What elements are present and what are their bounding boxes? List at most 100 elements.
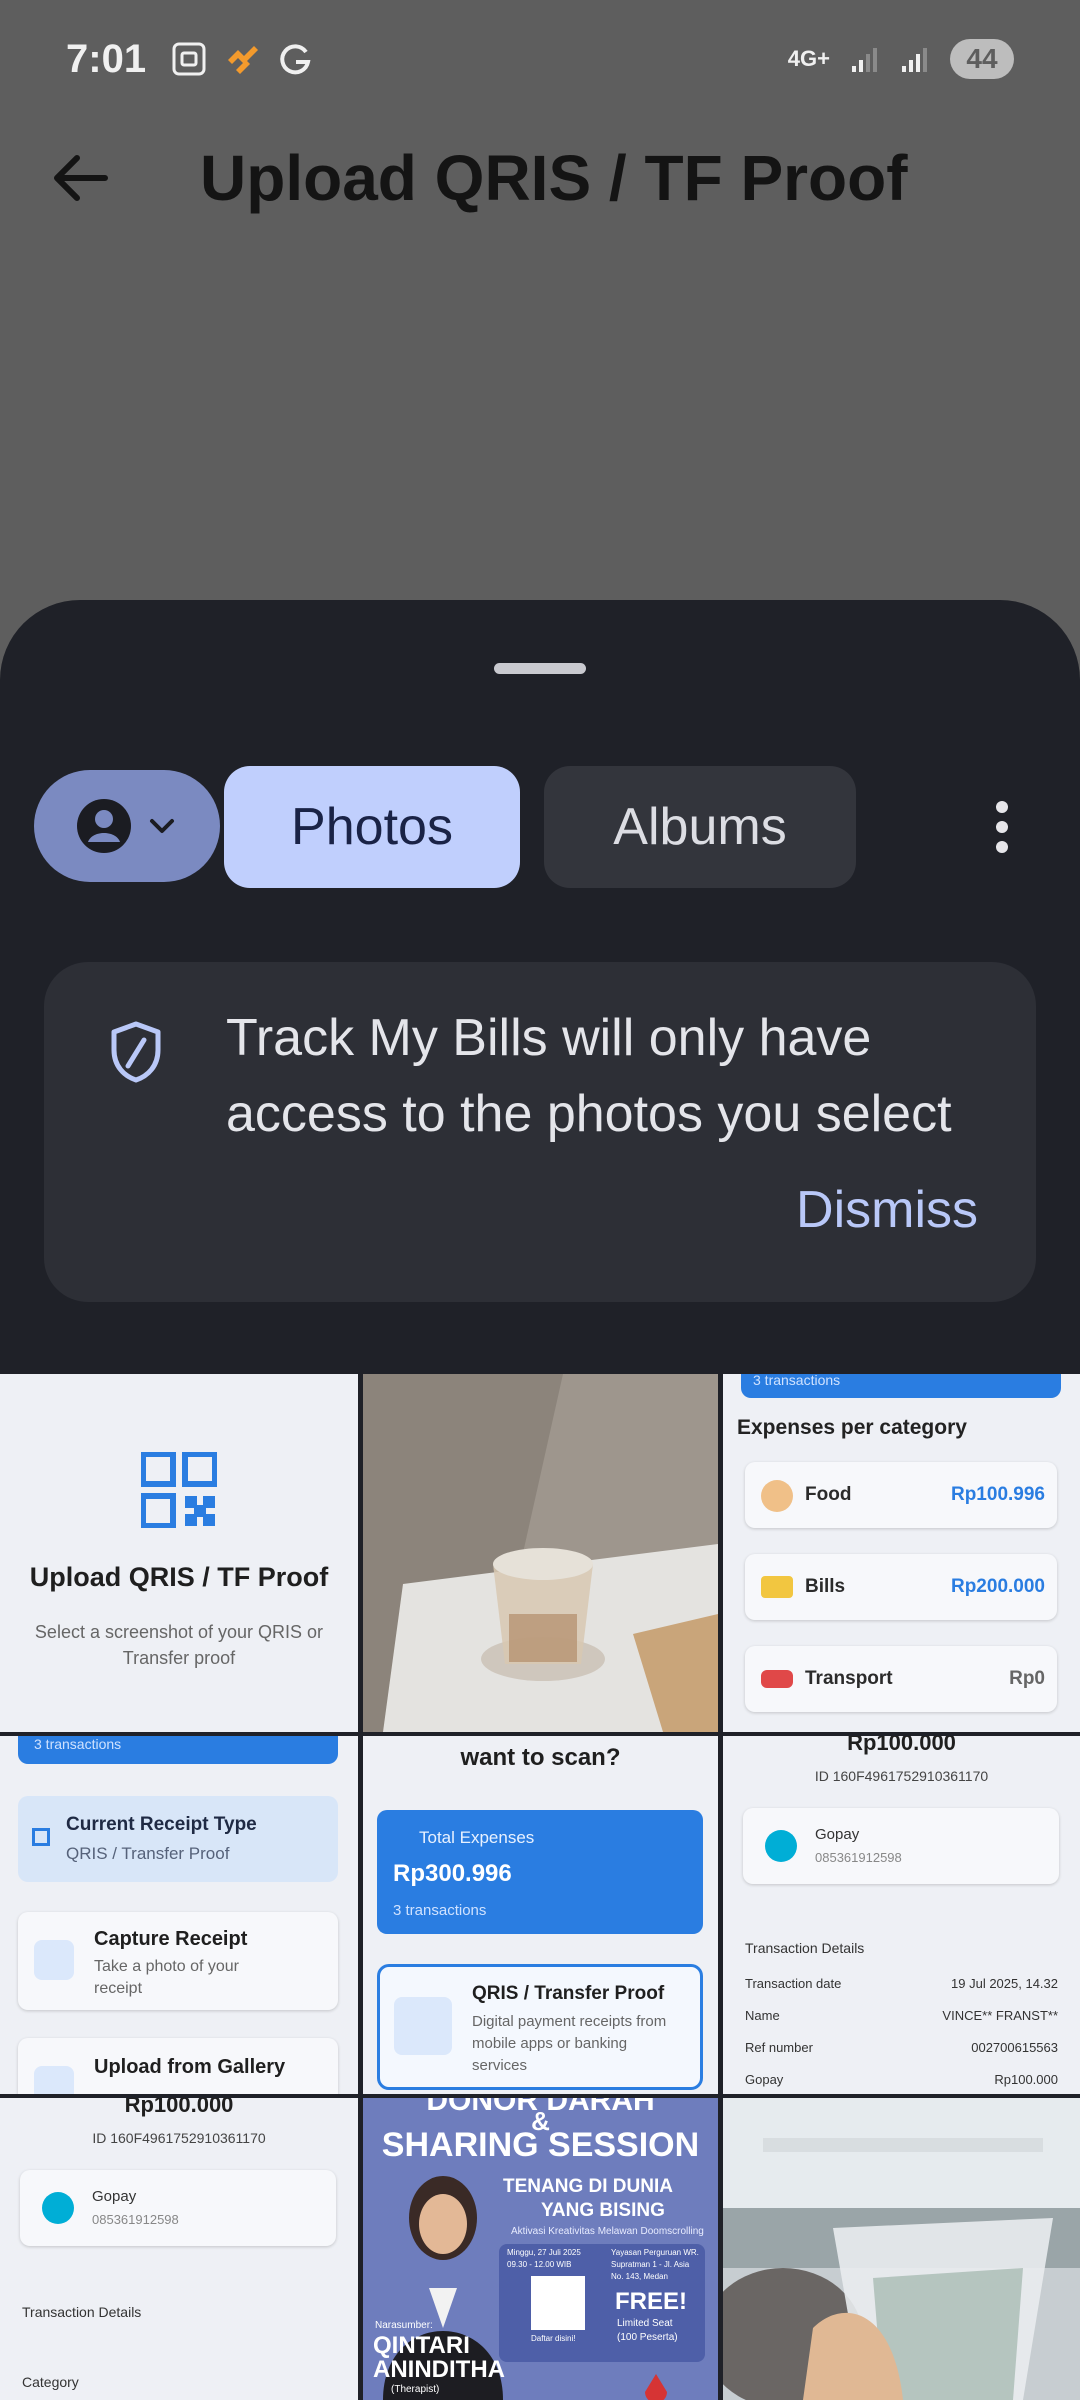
thumb-text: Take a photo of your bbox=[94, 1958, 239, 1975]
poster-text: YANG BISING bbox=[541, 2200, 665, 2221]
photo-thumbnail[interactable]: Rp100.000 ID 160F4961752910361170 Gopay … bbox=[723, 1736, 1080, 2094]
thumb-text: Capture Receipt bbox=[94, 1928, 248, 1950]
thumb-text: 085361912598 bbox=[92, 2212, 179, 2227]
thumb-text: VINCE** FRANST** bbox=[942, 2008, 1058, 2023]
thumb-text: Ref number bbox=[745, 2040, 813, 2055]
tab-albums[interactable]: Albums bbox=[544, 766, 856, 888]
tab-photos[interactable]: Photos bbox=[224, 766, 520, 888]
thumb-option-card: QRIS / Transfer Proof Digital payment re… bbox=[377, 1964, 703, 2090]
thumb-current-type: Current Receipt Type QRIS / Transfer Pro… bbox=[18, 1796, 338, 1882]
status-time: 7:01 bbox=[66, 36, 147, 81]
thumb-text: QRIS / Transfer Proof bbox=[66, 1844, 230, 1863]
thumb-text: services bbox=[472, 2057, 528, 2074]
thumb-text: mobile apps or banking bbox=[472, 2035, 628, 2052]
poster-qr-icon bbox=[531, 2276, 585, 2330]
photo-thumbnail[interactable]: 3 transactions Expenses per category Foo… bbox=[723, 1374, 1080, 1732]
thumb-category-row: Bills Rp200.000 bbox=[745, 1554, 1057, 1620]
account-switcher-button[interactable] bbox=[34, 770, 220, 882]
screen: 7:01 4G+ 44 Upload QRIS / TF Proof Photo… bbox=[0, 0, 1080, 2400]
thumb-text: QRIS / Transfer Proof bbox=[472, 1983, 665, 2004]
photo-thumbnail[interactable]: want to scan? Total Expenses Rp300.996 3… bbox=[363, 1736, 718, 2094]
thumb-category-amount: Rp200.000 bbox=[950, 1576, 1045, 1597]
photo-thumbnail[interactable]: Upload QRIS / TF Proof Select a screensh… bbox=[0, 1374, 358, 1732]
qr-code-icon bbox=[141, 1452, 217, 1528]
card-icon bbox=[761, 1576, 793, 1598]
thumb-wallet-card: Gopay 085361912598 bbox=[20, 2170, 336, 2246]
dismiss-button[interactable]: Dismiss bbox=[796, 1180, 978, 1240]
poster-text: Narasumber: bbox=[375, 2320, 433, 2331]
signal-icon-2 bbox=[902, 48, 927, 72]
google-icon bbox=[280, 44, 311, 75]
thumb-text: Gopay bbox=[92, 2188, 137, 2205]
access-notice-text: Track My Bills will only have access to … bbox=[226, 1009, 952, 1143]
thumb-category-amount: Rp100.996 bbox=[950, 1484, 1045, 1505]
thumb-summary-card: 3 transactions bbox=[741, 1374, 1061, 1398]
thumb-subtitle: Transfer proof bbox=[122, 1648, 236, 1668]
wallet-icon bbox=[765, 1830, 797, 1862]
poster-text: SHARING SESSION bbox=[381, 2126, 700, 2164]
thumb-text: Category bbox=[22, 2374, 79, 2390]
poster-info-box: Minggu, 27 Juli 2025 09.30 - 12.00 WIB Y… bbox=[499, 2244, 705, 2362]
blood-drop-icon bbox=[645, 2374, 667, 2400]
poster-text: Limited Seat bbox=[617, 2318, 673, 2329]
thumb-category-row: Food Rp100.996 bbox=[745, 1462, 1057, 1528]
photo-thumbnail[interactable]: Rp100.000 ID 160F4961752910361170 Gopay … bbox=[0, 2098, 358, 2400]
image-icon bbox=[34, 2066, 74, 2094]
thumb-title: Upload QRIS / TF Proof bbox=[29, 1562, 329, 1592]
thumb-text: Gopay bbox=[745, 2072, 784, 2087]
more-options-button[interactable] bbox=[970, 784, 1034, 870]
thumb-text: Transaction Details bbox=[745, 1940, 865, 1956]
picker-tabs: Photos Albums bbox=[0, 766, 1080, 890]
food-icon bbox=[761, 1480, 793, 1512]
thumb-subtitle: Select a screenshot of your QRIS or bbox=[34, 1622, 324, 1642]
thumb-total-card: Total Expenses Rp300.996 3 transactions bbox=[377, 1810, 703, 1934]
page-title: Upload QRIS / TF Proof bbox=[200, 142, 908, 214]
thumb-heading: want to scan? bbox=[460, 1744, 621, 1771]
more-dot bbox=[996, 821, 1008, 833]
thumb-text: Rp100.000 bbox=[994, 2072, 1058, 2087]
photo-thumbnail[interactable]: 3 transactions Current Receipt Type QRIS… bbox=[0, 1736, 358, 2094]
photo-grid: Upload QRIS / TF Proof Select a screensh… bbox=[0, 1374, 1080, 2400]
account-icon bbox=[77, 799, 131, 853]
cup-photo bbox=[363, 1374, 718, 1732]
poster-text: Daftar disini! bbox=[531, 2334, 576, 2343]
app-notification-icon bbox=[228, 46, 259, 74]
thumb-option-card: Upload from Gallery bbox=[18, 2038, 338, 2094]
photo-thumbnail[interactable] bbox=[363, 1374, 718, 1732]
drag-handle[interactable] bbox=[494, 663, 586, 674]
thumb-text: Upload from Gallery bbox=[94, 2056, 286, 2078]
more-dot bbox=[996, 801, 1008, 813]
thumb-text: Name bbox=[745, 2008, 780, 2023]
screenshot-icon bbox=[172, 42, 206, 76]
chevron-down-icon bbox=[150, 819, 174, 833]
wallet-icon bbox=[42, 2192, 74, 2224]
thumb-amount: Rp100.000 bbox=[847, 1736, 956, 1755]
thumb-text: 085361912598 bbox=[815, 1850, 902, 1865]
thumb-summary-card: 3 transactions bbox=[18, 1736, 338, 1764]
access-notice-card: Track My Bills will only have access to … bbox=[44, 962, 1036, 1302]
shield-icon bbox=[111, 1021, 161, 1083]
qr-icon bbox=[394, 1997, 452, 2055]
thumb-text: Gopay bbox=[815, 1826, 860, 1843]
poster-text: No. 143, Medan bbox=[611, 2272, 668, 2281]
poster-text: Aktivasi Kreativitas Melawan Doomscrolli… bbox=[511, 2226, 704, 2237]
thumb-text: Rp300.996 bbox=[393, 1860, 512, 1887]
thumb-text: Transaction date bbox=[745, 1976, 842, 1991]
thumb-text: Current Receipt Type bbox=[66, 1814, 257, 1835]
thumb-text: 3 transactions bbox=[34, 1736, 122, 1752]
thumb-category-row: Transport Rp0 bbox=[745, 1646, 1057, 1712]
photo-thumbnail[interactable]: DONOR DARAH & SHARING SESSION TENANG DI … bbox=[363, 2098, 718, 2400]
thumb-heading: Expenses per category bbox=[737, 1416, 967, 1439]
battery-indicator: 44 bbox=[950, 39, 1014, 79]
status-bar: 7:01 4G+ 44 bbox=[0, 0, 1080, 118]
poster-text: (Therapist) bbox=[391, 2384, 440, 2395]
thumb-text: 19 Jul 2025, 14.32 bbox=[951, 1976, 1058, 1991]
arrow-back-icon bbox=[54, 155, 108, 201]
notification-icons bbox=[170, 40, 314, 78]
thumb-text: Transaction Details bbox=[22, 2304, 142, 2320]
photo-thumbnail[interactable] bbox=[723, 2098, 1080, 2400]
back-button[interactable] bbox=[30, 128, 130, 228]
photo-picker-sheet: Photos Albums Track My Bills will only h… bbox=[0, 600, 1080, 2400]
thumb-text: ID 160F4961752910361170 bbox=[92, 2130, 266, 2146]
car-icon bbox=[761, 1670, 793, 1688]
